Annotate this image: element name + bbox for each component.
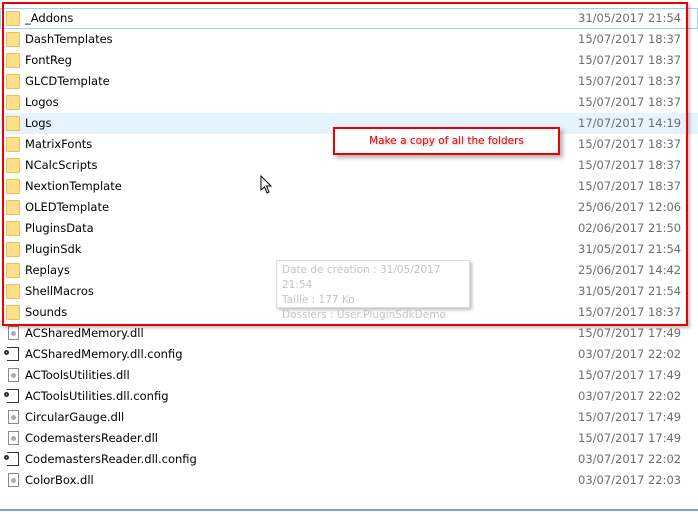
annotation-note: Make a copy of all the folders <box>333 127 560 155</box>
item-date-modified: 15/07/2017 17:49 <box>578 368 682 382</box>
tooltip-size: Taille : 177 Ko <box>282 294 355 306</box>
item-name: ACToolsUtilities.dll.config <box>25 389 169 403</box>
item-name: CircularGauge.dll <box>25 410 125 424</box>
config-file-icon <box>4 452 19 466</box>
config-file-icon <box>4 347 19 361</box>
item-name: ACSharedMemory.dll <box>25 326 144 340</box>
dll-file-icon <box>8 368 19 382</box>
file-row[interactable]: ACSharedMemory.dll 15/07/2017 17:49 <box>0 323 698 344</box>
tooltip: Date de création : 31/05/2017 21:54 Tail… <box>276 260 470 321</box>
item-date-modified: 15/07/2017 17:49 <box>578 431 682 445</box>
mouse-cursor-icon <box>260 175 273 194</box>
file-row[interactable]: ACSharedMemory.dll.config 03/07/2017 22:0… <box>0 344 698 365</box>
item-name: ColorBox.dll <box>25 473 94 487</box>
file-row[interactable]: ACToolsUtilities.dll.config 03/07/2017 22… <box>0 386 698 407</box>
dll-file-icon <box>8 431 19 445</box>
window-bottom-border <box>0 509 698 511</box>
item-name: ACSharedMemory.dll.config <box>25 347 183 361</box>
item-date-modified: 15/07/2017 17:49 <box>578 410 682 424</box>
item-date-modified: 03/07/2017 22:02 <box>578 452 682 466</box>
item-date-modified: 03/07/2017 22:03 <box>578 473 682 487</box>
dll-file-icon <box>8 473 19 487</box>
dll-file-icon <box>8 410 19 424</box>
file-row[interactable]: CodemastersReader.dll 15/07/2017 17:49 <box>0 428 698 449</box>
file-row[interactable]: ACToolsUtilities.dll 15/07/2017 17:49 <box>0 365 698 386</box>
tooltip-created: Date de création : 31/05/2017 21:54 <box>282 264 441 291</box>
item-date-modified: 15/07/2017 17:49 <box>578 326 682 340</box>
item-name: ACToolsUtilities.dll <box>25 368 130 382</box>
config-file-icon <box>4 389 19 403</box>
item-name: CodemastersReader.dll.config <box>25 452 197 466</box>
tooltip-folders: Dossiers : User.PluginSdkDemo <box>282 309 446 321</box>
item-date-modified: 03/07/2017 22:02 <box>578 347 682 361</box>
item-name: CodemastersReader.dll <box>25 431 158 445</box>
file-row[interactable]: CircularGauge.dll 15/07/2017 17:49 <box>0 407 698 428</box>
file-row[interactable]: ColorBox.dll 03/07/2017 22:03 <box>0 470 698 491</box>
file-row[interactable]: CodemastersReader.dll.config 03/07/2017 2… <box>0 449 698 470</box>
dll-file-icon <box>8 326 19 340</box>
item-date-modified: 03/07/2017 22:02 <box>578 389 682 403</box>
